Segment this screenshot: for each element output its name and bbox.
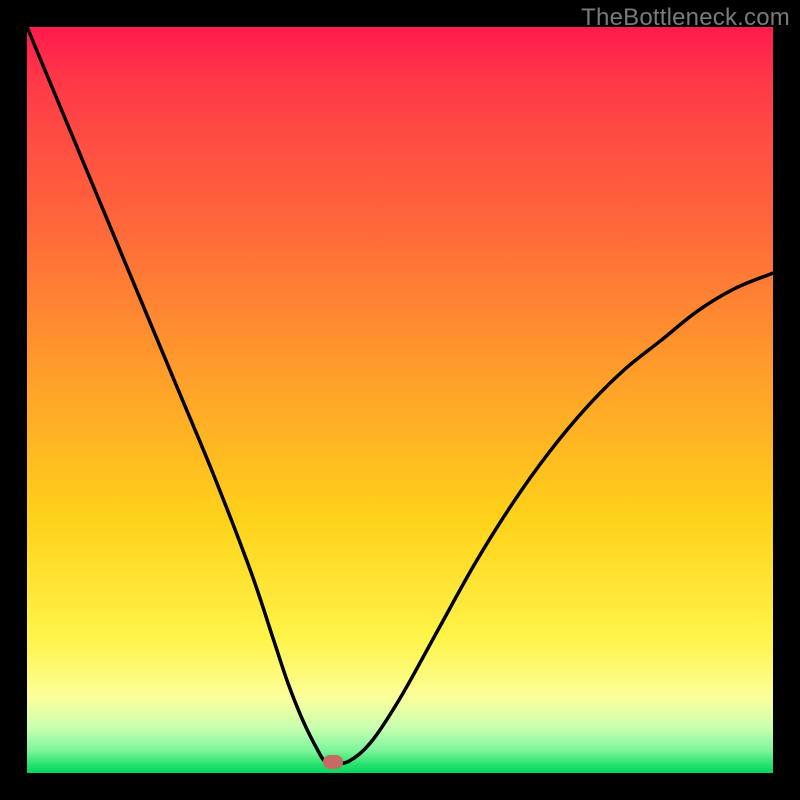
curve-svg	[27, 27, 773, 773]
bottleneck-curve	[27, 27, 773, 763]
plot-area	[27, 27, 773, 773]
chart-frame: TheBottleneck.com	[0, 0, 800, 800]
optimal-point-marker	[323, 755, 343, 769]
